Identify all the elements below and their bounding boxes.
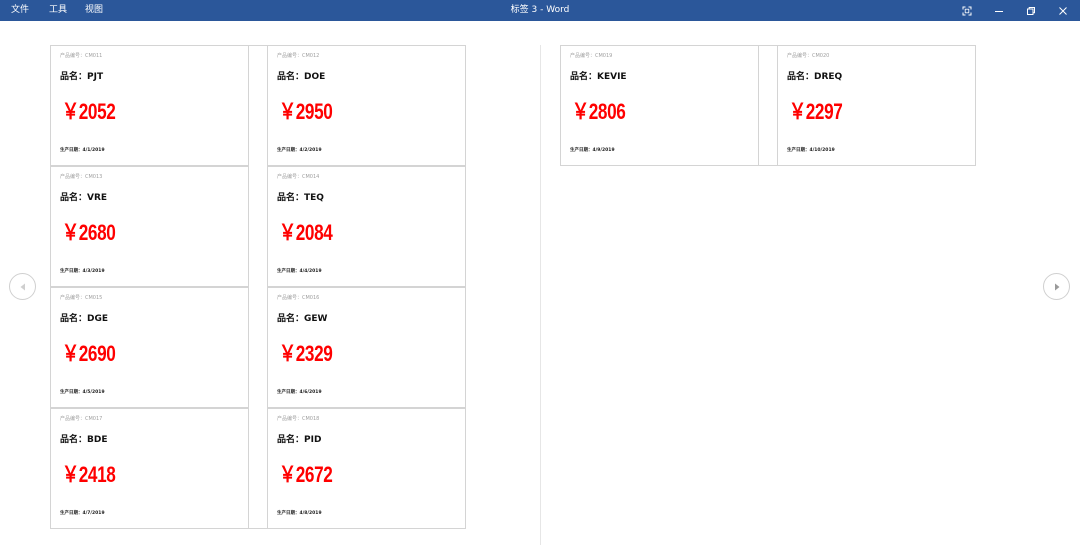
next-page-button[interactable] xyxy=(1043,273,1070,300)
product-price: ￥2680 xyxy=(62,220,116,245)
product-price: ￥2672 xyxy=(279,462,333,487)
fullscreen-button[interactable] xyxy=(951,0,983,21)
product-price: ￥2052 xyxy=(62,99,116,124)
price-label-card: 产品编号：CM017 品名：BDE ￥2418 生产日期：4/7/2019 xyxy=(50,408,249,529)
product-code: 产品编号：CM015 xyxy=(60,295,103,301)
product-code: 产品编号：CM011 xyxy=(60,53,103,59)
product-code: 产品编号：CM014 xyxy=(277,174,320,180)
price-label-card: 产品编号：CM016 品名：GEW ￥2329 生产日期：4/6/2019 xyxy=(267,287,466,408)
minimize-button[interactable] xyxy=(983,0,1015,21)
product-code: 产品编号：CM013 xyxy=(60,174,103,180)
prev-page-button[interactable] xyxy=(9,273,36,300)
close-icon xyxy=(1059,6,1067,15)
price-label-card: 产品编号：CM012 品名：DOE ￥2950 生产日期：4/2/2019 xyxy=(267,45,466,166)
page-divider xyxy=(540,45,541,545)
production-date: 生产日期：4/5/2019 xyxy=(60,390,105,395)
next-page-icon xyxy=(1054,283,1059,290)
production-date: 生产日期：4/9/2019 xyxy=(570,148,615,153)
price-label-card: 产品编号：CM019 品名：KEVIE ￥2806 生产日期：4/9/2019 xyxy=(560,45,759,166)
production-date: 生产日期：4/7/2019 xyxy=(60,511,105,516)
restore-button[interactable] xyxy=(1015,0,1047,21)
production-date: 生产日期：4/1/2019 xyxy=(60,148,105,153)
product-price: ￥2084 xyxy=(279,220,333,245)
price-label-card: 产品编号：CM013 品名：VRE ￥2680 生产日期：4/3/2019 xyxy=(50,166,249,287)
product-name: 品名：TEQ xyxy=(277,193,324,203)
product-name: 品名：VRE xyxy=(60,193,108,203)
fullscreen-icon xyxy=(962,6,972,15)
price-label-card: 产品编号：CM015 品名：DGE ￥2690 生产日期：4/5/2019 xyxy=(50,287,249,408)
price-label-card: 产品编号：CM020 品名：DREQ ￥2297 生产日期：4/10/2019 xyxy=(777,45,976,166)
title-bar: 文件 工具 视图 标签 3 - Word xyxy=(0,0,1080,21)
product-code: 产品编号：CM016 xyxy=(277,295,320,301)
product-name: 品名：GEW xyxy=(277,314,328,324)
label-gutter-left-page xyxy=(249,45,268,529)
production-date: 生产日期：4/10/2019 xyxy=(787,148,835,153)
production-date: 生产日期：4/6/2019 xyxy=(277,390,322,395)
price-label-card: 产品编号：CM011 品名：PJT ￥2052 生产日期：4/1/2019 xyxy=(50,45,249,166)
product-code: 产品编号：CM017 xyxy=(60,416,103,422)
product-name: 品名：BDE xyxy=(60,435,108,445)
label-gutter-right-page xyxy=(759,45,778,166)
menu-file[interactable]: 文件 xyxy=(11,0,29,21)
menu-bar: 文件 工具 视图 xyxy=(0,0,103,21)
product-code: 产品编号：CM012 xyxy=(277,53,320,59)
restore-icon xyxy=(1027,6,1035,15)
product-code: 产品编号：CM018 xyxy=(277,416,320,422)
product-name: 品名：DOE xyxy=(277,72,326,82)
product-price: ￥2329 xyxy=(279,341,333,366)
product-price: ￥2950 xyxy=(279,99,333,124)
product-name: 品名：KEVIE xyxy=(570,72,627,82)
menu-tools[interactable]: 工具 xyxy=(49,0,67,21)
prev-page-icon xyxy=(20,283,25,290)
production-date: 生产日期：4/2/2019 xyxy=(277,148,322,153)
product-code: 产品编号：CM019 xyxy=(570,53,613,59)
document-title: 标签 3 - Word xyxy=(510,5,570,15)
product-price: ￥2806 xyxy=(572,99,626,124)
production-date: 生产日期：4/4/2019 xyxy=(277,269,322,274)
price-label-card: 产品编号：CM014 品名：TEQ ￥2084 生产日期：4/4/2019 xyxy=(267,166,466,287)
product-price: ￥2297 xyxy=(789,99,843,124)
menu-view[interactable]: 视图 xyxy=(85,0,103,21)
production-date: 生产日期：4/3/2019 xyxy=(60,269,105,274)
product-name: 品名：PJT xyxy=(60,72,104,82)
price-label-card: 产品编号：CM018 品名：PID ￥2672 生产日期：4/8/2019 xyxy=(267,408,466,529)
production-date: 生产日期：4/8/2019 xyxy=(277,511,322,516)
product-name: 品名：DGE xyxy=(60,314,109,324)
product-name: 品名：PID xyxy=(277,435,322,445)
product-price: ￥2690 xyxy=(62,341,116,366)
close-button[interactable] xyxy=(1047,0,1079,21)
minimize-icon xyxy=(995,10,1003,12)
product-name: 品名：DREQ xyxy=(787,72,843,82)
product-price: ￥2418 xyxy=(62,462,116,487)
product-code: 产品编号：CM020 xyxy=(787,53,830,59)
